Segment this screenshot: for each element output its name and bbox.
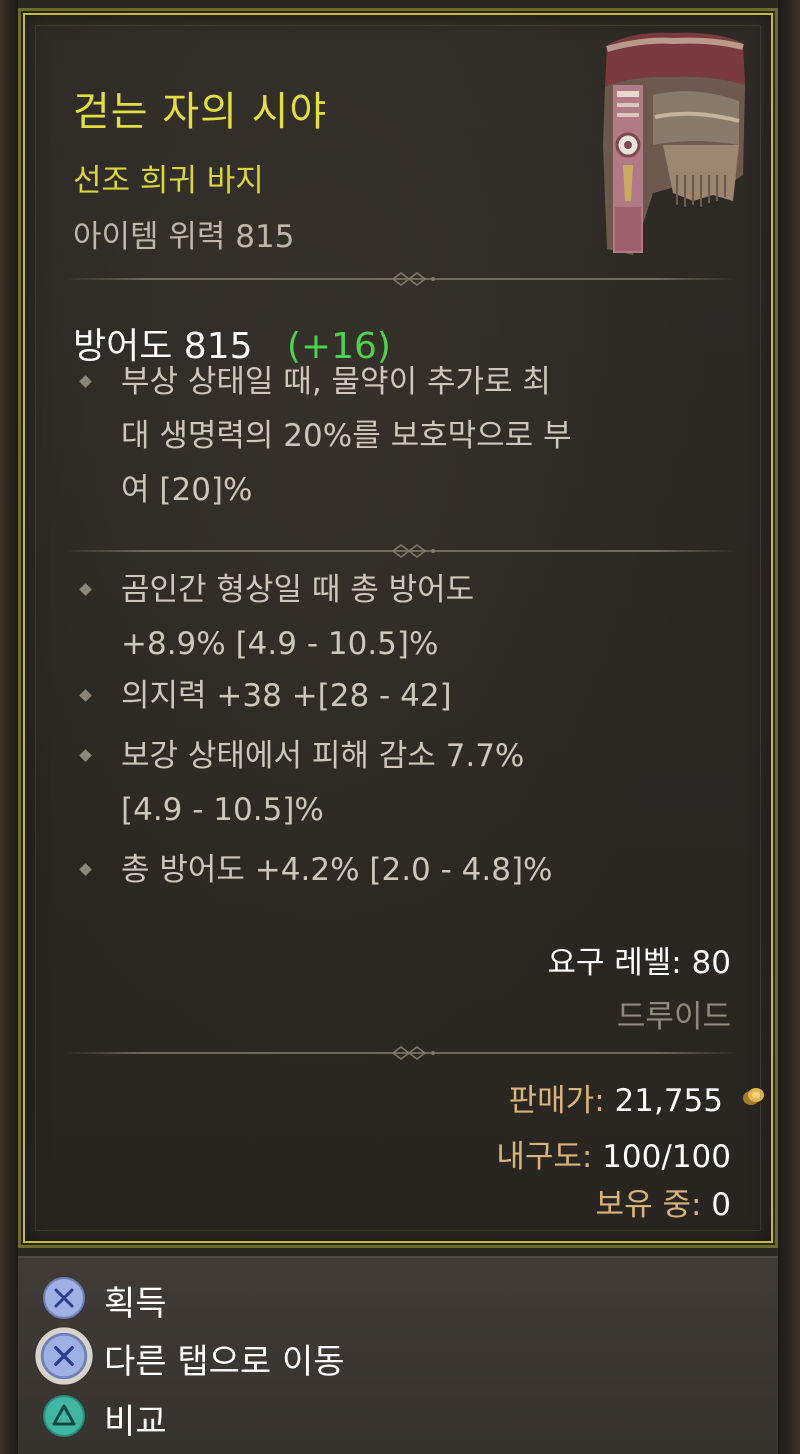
affix-bullet-icon [79,689,92,702]
sell-price-label: 판매가: [508,1083,605,1119]
affix-line: [4.9 - 10.5]% [121,792,324,828]
gold-coin-icon [743,1088,764,1105]
required-level: 요구 레벨: 80 [547,945,731,981]
required-class: 드루이드 [616,999,731,1035]
affix-line: 부상 상태일 때, 물약이 추가로 최 [121,364,551,400]
action-bar: 획득 다른 탭으로 이동 비교 [18,1256,778,1454]
owned-label: 보유 중: [595,1187,702,1223]
section-divider [65,271,737,287]
affix-line: 여 [20]% [121,472,253,508]
durability: 내구도: 100/100 [496,1131,731,1176]
affix-line: 보강 상태에서 피해 감소 7.7% [121,738,525,774]
affix-item: 총 방어도 +4.2% [2.0 - 4.8]% [79,843,731,897]
affix-bullet-icon [79,863,92,876]
action-label: 비교 [104,1402,167,1442]
affix-bullet-icon [79,375,92,388]
item-type: 선조 희귀 바지 [73,163,264,199]
action-label: 다른 탭으로 이동 [104,1342,345,1382]
owned-count: 보유 중: 0 [596,1179,731,1224]
cross-button-icon [35,1327,93,1385]
action-label: 획득 [104,1284,167,1324]
affix-bullet-icon [79,583,92,596]
background-right [778,0,800,1454]
affix-bullet-icon [79,749,92,762]
pants-item-icon [603,32,745,255]
section-divider [65,1045,737,1061]
affix-line: +8.9% [4.9 - 10.5]% [121,626,439,662]
triangle-button-icon [43,1395,85,1437]
item-name: 걷는 자의 시야 [73,89,328,135]
item-tooltip: 걷는 자의 시야 선조 희귀 바지 아이템 위력 815 방어도 815 (+1… [18,8,778,1248]
sell-price-value: 21,755 [614,1083,723,1119]
item-power: 아이템 위력 815 [73,219,295,255]
affix-line: 총 방어도 +4.2% [2.0 - 4.8]% [121,852,553,888]
affix-item: 보강 상태에서 피해 감소 7.7% [4.9 - 10.5]% [79,729,731,837]
sell-price: 판매가: 21,755 [508,1075,764,1120]
section-divider [65,543,737,559]
affix-line: 의지력 +38 +[28 - 42] [121,678,452,714]
affix-item: 곰인간 형상일 때 총 방어도 +8.9% [4.9 - 10.5]% [79,563,731,671]
owned-value: 0 [711,1187,731,1223]
durability-label: 내구도: [496,1139,593,1175]
durability-value: 100/100 [602,1139,731,1175]
aspect-affix: 부상 상태일 때, 물약이 추가로 최 대 생명력의 20%를 보호막으로 부 … [79,355,731,517]
affix-line: 대 생명력의 20%를 보호막으로 부 [121,418,572,454]
background-left [0,0,18,1454]
cross-button-icon [43,1277,85,1319]
affix-item: 의지력 +38 +[28 - 42] [79,669,731,723]
affix-line: 곰인간 형상일 때 총 방어도 [121,572,475,608]
